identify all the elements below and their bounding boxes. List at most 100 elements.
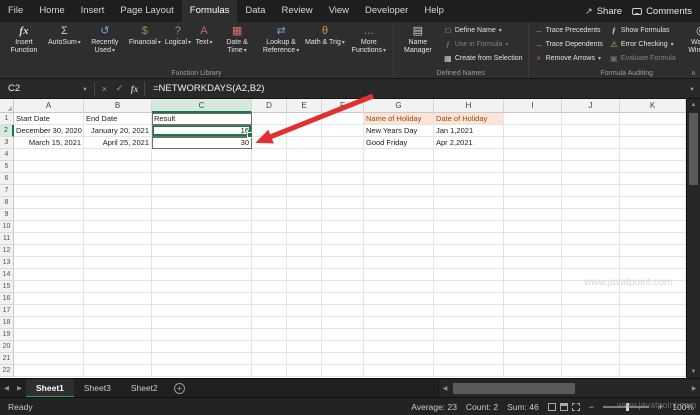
cell-D21[interactable] xyxy=(252,353,287,365)
cell-G4[interactable] xyxy=(364,149,434,161)
cell-C8[interactable] xyxy=(152,197,252,209)
cell-C10[interactable] xyxy=(152,221,252,233)
cell-I13[interactable] xyxy=(504,257,562,269)
cell-C22[interactable] xyxy=(152,365,252,377)
cell-C12[interactable] xyxy=(152,245,252,257)
row-header-19[interactable]: 19 xyxy=(0,329,14,341)
new-sheet-button[interactable]: + xyxy=(174,383,185,394)
cell-D2[interactable] xyxy=(252,125,287,137)
cell-H1[interactable]: Date of Holiday xyxy=(434,113,504,125)
cell-F15[interactable] xyxy=(322,281,364,293)
cell-J18[interactable] xyxy=(562,317,620,329)
cell-J22[interactable] xyxy=(562,365,620,377)
comments-button[interactable]: Comments xyxy=(632,6,692,17)
cell-A1[interactable]: Start Date xyxy=(14,113,84,125)
cell-J1[interactable] xyxy=(562,113,620,125)
cell-H17[interactable] xyxy=(434,305,504,317)
cell-J5[interactable] xyxy=(562,161,620,173)
cell-C9[interactable] xyxy=(152,209,252,221)
column-header-A[interactable]: A xyxy=(14,99,84,113)
cell-A3[interactable]: March 15, 2021 xyxy=(14,137,84,149)
select-all-corner[interactable] xyxy=(0,99,14,113)
cell-E5[interactable] xyxy=(287,161,322,173)
cell-H6[interactable] xyxy=(434,173,504,185)
cell-D7[interactable] xyxy=(252,185,287,197)
row-header-12[interactable]: 12 xyxy=(0,245,14,257)
row-header-2[interactable]: 2 xyxy=(0,125,14,137)
cell-C2[interactable]: 16 xyxy=(152,125,252,137)
cell-K21[interactable] xyxy=(620,353,686,365)
cell-C16[interactable] xyxy=(152,293,252,305)
page-break-preview-button[interactable] xyxy=(572,403,580,411)
cell-I7[interactable] xyxy=(504,185,562,197)
menu-tab-developer[interactable]: Developer xyxy=(357,0,416,22)
cell-G6[interactable] xyxy=(364,173,434,185)
cell-B15[interactable] xyxy=(84,281,152,293)
menu-tab-view[interactable]: View xyxy=(321,0,357,22)
cell-F10[interactable] xyxy=(322,221,364,233)
cell-F9[interactable] xyxy=(322,209,364,221)
cell-H16[interactable] xyxy=(434,293,504,305)
cell-H20[interactable] xyxy=(434,341,504,353)
cell-H11[interactable] xyxy=(434,233,504,245)
cell-G15[interactable] xyxy=(364,281,434,293)
cell-E9[interactable] xyxy=(287,209,322,221)
row-header-21[interactable]: 21 xyxy=(0,353,14,365)
cell-D17[interactable] xyxy=(252,305,287,317)
cell-C18[interactable] xyxy=(152,317,252,329)
cell-H15[interactable] xyxy=(434,281,504,293)
cell-C14[interactable] xyxy=(152,269,252,281)
scroll-left-icon[interactable]: ◀ xyxy=(439,385,451,392)
column-header-G[interactable]: G xyxy=(364,99,434,113)
cell-G8[interactable] xyxy=(364,197,434,209)
cell-G2[interactable]: New Years Day xyxy=(364,125,434,137)
cell-D20[interactable] xyxy=(252,341,287,353)
cell-A10[interactable] xyxy=(14,221,84,233)
cell-B17[interactable] xyxy=(84,305,152,317)
cell-A8[interactable] xyxy=(14,197,84,209)
page-layout-view-button[interactable] xyxy=(560,403,568,411)
cell-B5[interactable] xyxy=(84,161,152,173)
cell-B16[interactable] xyxy=(84,293,152,305)
cell-F8[interactable] xyxy=(322,197,364,209)
row-header-6[interactable]: 6 xyxy=(0,173,14,185)
cell-E13[interactable] xyxy=(287,257,322,269)
cell-F18[interactable] xyxy=(322,317,364,329)
cell-B19[interactable] xyxy=(84,329,152,341)
cell-J16[interactable] xyxy=(562,293,620,305)
cell-I11[interactable] xyxy=(504,233,562,245)
horizontal-scrollbar[interactable]: ◀ ▶ xyxy=(438,379,700,397)
row-header-9[interactable]: 9 xyxy=(0,209,14,221)
cell-E2[interactable] xyxy=(287,125,322,137)
cell-J8[interactable] xyxy=(562,197,620,209)
sheet-tab-sheet2[interactable]: Sheet2 xyxy=(121,379,168,398)
cell-C17[interactable] xyxy=(152,305,252,317)
cell-J17[interactable] xyxy=(562,305,620,317)
cell-H19[interactable] xyxy=(434,329,504,341)
cell-B4[interactable] xyxy=(84,149,152,161)
cell-H5[interactable] xyxy=(434,161,504,173)
menu-tab-review[interactable]: Review xyxy=(273,0,320,22)
cell-K10[interactable] xyxy=(620,221,686,233)
cell-B13[interactable] xyxy=(84,257,152,269)
row-header-8[interactable]: 8 xyxy=(0,197,14,209)
show-formulas-button[interactable]: ƒ Show Formulas xyxy=(606,23,679,37)
row-header-3[interactable]: 3 xyxy=(0,137,14,149)
menu-tab-insert[interactable]: Insert xyxy=(73,0,113,22)
row-header-16[interactable]: 16 xyxy=(0,293,14,305)
insert-function-fx-button[interactable]: fx xyxy=(127,84,142,94)
sheet-nav-right-icon[interactable]: ▶ xyxy=(13,384,26,392)
cell-H4[interactable] xyxy=(434,149,504,161)
vertical-scrollbar-thumb[interactable] xyxy=(689,113,698,185)
cell-D10[interactable] xyxy=(252,221,287,233)
cell-A17[interactable] xyxy=(14,305,84,317)
cell-D18[interactable] xyxy=(252,317,287,329)
cell-B3[interactable]: April 25, 2021 xyxy=(84,137,152,149)
cell-F2[interactable] xyxy=(322,125,364,137)
cell-A16[interactable] xyxy=(14,293,84,305)
cell-G18[interactable] xyxy=(364,317,434,329)
cell-I12[interactable] xyxy=(504,245,562,257)
cell-J19[interactable] xyxy=(562,329,620,341)
cell-F3[interactable] xyxy=(322,137,364,149)
horizontal-scrollbar-thumb[interactable] xyxy=(453,383,575,394)
